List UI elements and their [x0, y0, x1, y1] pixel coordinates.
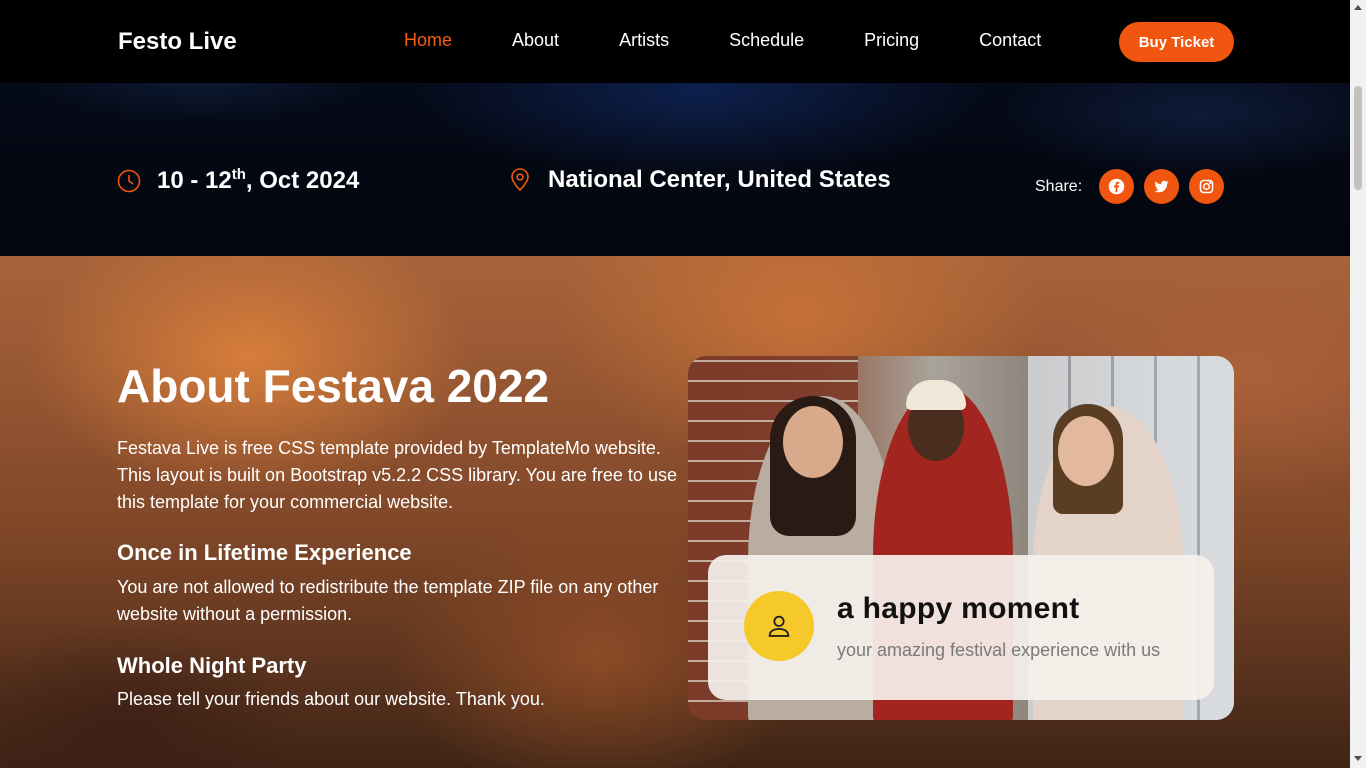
brand-logo[interactable]: Festo Live: [118, 28, 237, 56]
share-bar: Share:: [1035, 169, 1234, 204]
page-scrollbar[interactable]: [1350, 0, 1366, 768]
moment-title: a happy moment: [837, 592, 1080, 625]
nav-link-home[interactable]: Home: [404, 30, 452, 51]
photo-face-left: [783, 406, 843, 478]
about-heading-experience: Once in Lifetime Experience: [117, 540, 412, 565]
event-location: National Center, United States: [508, 166, 891, 194]
nav-link-about[interactable]: About: [512, 30, 559, 51]
facebook-icon: [1108, 178, 1125, 195]
about-intro: Festava Live is free CSS template provid…: [117, 438, 677, 512]
twitter-icon: [1154, 180, 1169, 193]
photo-hair-center: [906, 380, 966, 410]
nav-link-contact[interactable]: Contact: [979, 30, 1041, 51]
scroll-down-arrow-icon[interactable]: [1354, 756, 1362, 761]
about-text-experience: You are not allowed to redistribute the …: [117, 577, 659, 624]
nav-link-artists[interactable]: Artists: [619, 30, 669, 51]
nav-link-schedule[interactable]: Schedule: [729, 30, 804, 51]
moment-subtitle: your amazing festival experience with us: [837, 640, 1161, 660]
person-icon: [768, 615, 790, 637]
nav-links: Home About Artists Schedule Pricing Cont…: [404, 30, 1101, 51]
share-label: Share:: [1035, 177, 1083, 195]
moment-avatar: [744, 591, 814, 661]
buy-ticket-button[interactable]: Buy Ticket: [1119, 22, 1234, 62]
clock-icon: [117, 169, 141, 192]
scrollbar-thumb[interactable]: [1354, 86, 1362, 190]
about-title: About Festava 2022: [117, 360, 550, 412]
about-heading-party: Whole Night Party: [117, 653, 307, 678]
twitter-share-button[interactable]: [1144, 169, 1180, 204]
instagram-icon: [1199, 179, 1214, 194]
event-location-text: National Center, United States: [548, 166, 891, 193]
about-text-party: Please tell your friends about our websi…: [117, 689, 545, 709]
scroll-up-arrow-icon[interactable]: [1354, 5, 1362, 10]
facebook-share-button[interactable]: [1099, 169, 1135, 204]
photo-face-right: [1058, 416, 1114, 486]
instagram-share-button[interactable]: [1189, 169, 1225, 204]
map-pin-icon: [511, 168, 529, 192]
event-date: 10 - 12th, Oct 2024: [117, 166, 359, 195]
event-date-text: 10 - 12th, Oct 2024: [157, 166, 360, 194]
nav-link-pricing[interactable]: Pricing: [864, 30, 919, 51]
navbar: Festo Live Home About Artists Schedule P…: [0, 0, 1350, 83]
